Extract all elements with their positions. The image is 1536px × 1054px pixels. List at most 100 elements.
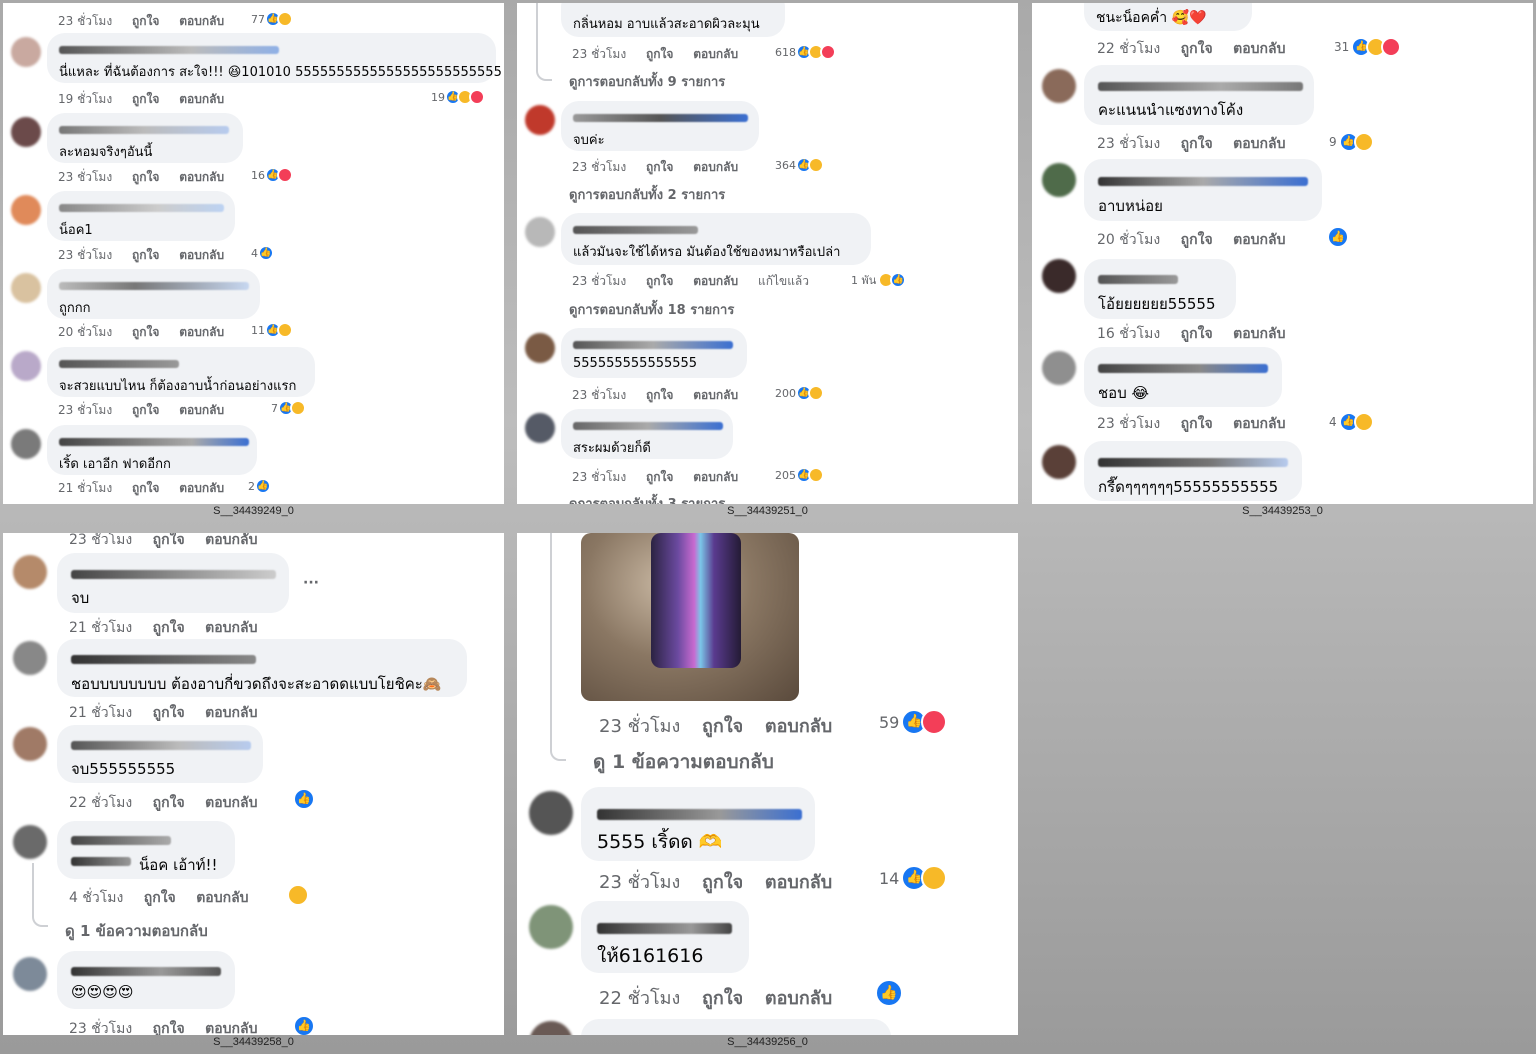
reply-link[interactable]: ตอบกลับ (693, 274, 738, 288)
avatar[interactable] (11, 273, 41, 303)
like-link[interactable]: ถูกใจ (1181, 416, 1213, 432)
reply-link[interactable]: ตอบกลับ (693, 47, 738, 61)
avatar[interactable] (1042, 445, 1076, 479)
avatar[interactable] (11, 429, 41, 459)
reply-link[interactable]: ตอบกลับ (196, 890, 248, 906)
like-link[interactable]: ถูกใจ (1181, 41, 1213, 57)
reaction-summary[interactable]: 19 👍 (431, 89, 485, 105)
reply-link[interactable]: ตอบกลับ (1233, 416, 1285, 432)
reply-link[interactable]: ตอบกลับ (765, 988, 832, 1009)
like-link[interactable]: ถูกใจ (132, 14, 159, 28)
reply-link[interactable]: ตอบกลับ (1233, 41, 1285, 57)
avatar[interactable] (529, 1021, 573, 1035)
more-options-button[interactable]: ··· (303, 575, 319, 591)
like-link[interactable]: ถูกใจ (153, 620, 185, 636)
like-link[interactable]: ถูกใจ (1181, 136, 1213, 152)
avatar[interactable] (525, 413, 555, 443)
avatar[interactable] (529, 905, 573, 949)
like-link[interactable]: ถูกใจ (153, 533, 185, 548)
reaction-summary[interactable]: 364 👍 (775, 157, 824, 173)
reply-link[interactable]: ตอบกลับ (179, 170, 224, 184)
view-replies-link[interactable]: ดู 1 ข้อความตอบกลับ (65, 919, 208, 943)
reply-link[interactable]: ตอบกลับ (179, 325, 224, 339)
reaction-summary[interactable]: 200 👍 (775, 385, 824, 401)
like-link[interactable]: ถูกใจ (153, 795, 185, 811)
reaction-summary[interactable]: 4 👍 (1329, 412, 1374, 432)
reply-link[interactable]: ตอบกลับ (693, 470, 738, 484)
like-link[interactable]: ถูกใจ (1181, 326, 1213, 342)
avatar[interactable] (1042, 69, 1076, 103)
reply-link[interactable]: ตอบกลับ (205, 795, 257, 811)
avatar[interactable] (525, 217, 555, 247)
view-replies-link[interactable]: ดูการตอบกลับทั้ง 9 รายการ (569, 71, 725, 92)
reaction-summary[interactable]: 11 👍 (251, 322, 293, 338)
like-link[interactable]: ถูกใจ (132, 403, 159, 417)
avatar[interactable] (1042, 351, 1076, 385)
avatar[interactable] (11, 351, 41, 381)
reply-link[interactable]: ตอบกลับ (179, 92, 224, 106)
like-link[interactable]: ถูกใจ (132, 92, 159, 106)
reply-link[interactable]: ตอบกลับ (179, 403, 224, 417)
like-link[interactable]: ถูกใจ (646, 388, 673, 402)
reaction-summary[interactable]: 👍 (875, 979, 903, 1007)
like-link[interactable]: ถูกใจ (153, 705, 185, 721)
reaction-summary[interactable]: 618 👍 (775, 44, 836, 60)
reaction-summary[interactable]: 1 พัน 👍 (851, 271, 907, 289)
reply-link[interactable]: ตอบกลับ (205, 1021, 257, 1035)
like-link[interactable]: ถูกใจ (132, 325, 159, 339)
reply-link[interactable]: ตอบกลับ (1233, 232, 1285, 248)
like-link[interactable]: ถูกใจ (646, 47, 673, 61)
reaction-summary[interactable]: 7 👍 (271, 400, 306, 416)
reaction-summary[interactable]: 205 👍 (775, 467, 824, 483)
avatar[interactable] (1042, 259, 1076, 293)
avatar[interactable] (13, 641, 47, 675)
reply-link[interactable]: ตอบกลับ (765, 716, 832, 737)
reply-link[interactable]: ตอบกลับ (179, 481, 224, 495)
comment-photo[interactable] (581, 533, 799, 701)
like-link[interactable]: ถูกใจ (646, 160, 673, 174)
view-replies-link[interactable]: ดูการตอบกลับทั้ง 18 รายการ (569, 299, 734, 320)
like-link[interactable]: ถูกใจ (702, 872, 743, 893)
reply-link[interactable]: ตอบกลับ (205, 620, 257, 636)
avatar[interactable] (11, 117, 41, 147)
view-replies-link[interactable]: ดู 1 ข้อความตอบกลับ (593, 747, 774, 777)
reaction-summary[interactable]: 31 👍 (1334, 37, 1402, 57)
avatar[interactable] (525, 333, 555, 363)
reply-link[interactable]: ตอบกลับ (765, 872, 832, 893)
like-link[interactable]: ถูกใจ (646, 470, 673, 484)
avatar[interactable] (11, 37, 41, 67)
avatar[interactable] (13, 727, 47, 761)
like-link[interactable]: ถูกใจ (132, 170, 159, 184)
avatar[interactable] (529, 791, 573, 835)
reply-link[interactable]: ตอบกลับ (693, 160, 738, 174)
like-link[interactable]: ถูกใจ (646, 274, 673, 288)
reaction-summary[interactable]: 👍 (293, 788, 315, 810)
like-link[interactable]: ถูกใจ (702, 988, 743, 1009)
reply-link[interactable]: ตอบกลับ (205, 705, 257, 721)
avatar[interactable] (13, 555, 47, 589)
avatar[interactable] (13, 825, 47, 859)
reaction-summary[interactable]: 👍 (1327, 226, 1349, 248)
reply-link[interactable]: ตอบกลับ (205, 533, 257, 548)
like-link[interactable]: ถูกใจ (1181, 232, 1213, 248)
reply-link[interactable]: ตอบกลับ (179, 248, 224, 262)
like-link[interactable]: ถูกใจ (702, 716, 743, 737)
view-replies-link[interactable]: ดูการตอบกลับทั้ง 3 รายการ (569, 493, 725, 504)
like-link[interactable]: ถูกใจ (153, 1021, 185, 1035)
reply-link[interactable]: ตอบกลับ (179, 14, 224, 28)
avatar[interactable] (11, 195, 41, 225)
reaction-summary[interactable]: 77 👍 (251, 11, 293, 27)
reaction-summary[interactable]: 14 👍 (879, 865, 948, 891)
avatar[interactable] (13, 957, 47, 991)
reply-link[interactable]: ตอบกลับ (1233, 326, 1285, 342)
reaction-summary[interactable] (287, 884, 309, 906)
reaction-summary[interactable]: 2 👍 (248, 478, 271, 494)
reaction-summary[interactable]: 9 👍 (1329, 132, 1374, 152)
reaction-summary[interactable]: 👍 (293, 1015, 315, 1035)
reaction-summary[interactable]: 16 👍 (251, 167, 293, 183)
avatar[interactable] (1042, 163, 1076, 197)
avatar[interactable] (525, 105, 555, 135)
like-link[interactable]: ถูกใจ (132, 248, 159, 262)
like-link[interactable]: ถูกใจ (144, 890, 176, 906)
reaction-summary[interactable]: 59 👍 (879, 709, 948, 735)
